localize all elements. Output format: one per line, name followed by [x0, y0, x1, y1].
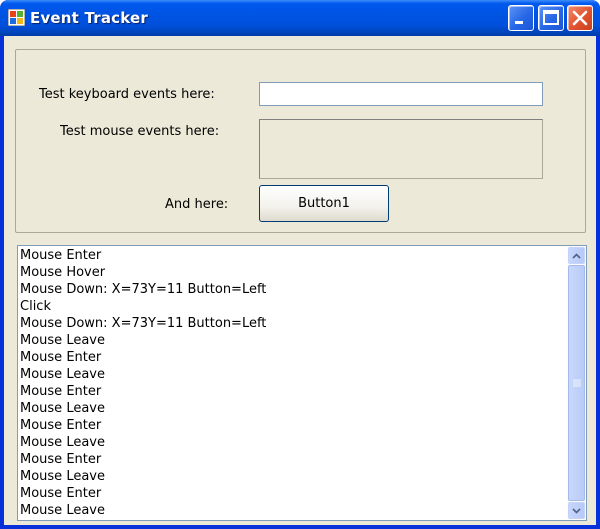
- list-item[interactable]: Mouse Enter: [20, 383, 560, 400]
- keyboard-test-input[interactable]: [259, 82, 543, 106]
- maximize-icon: [543, 10, 559, 25]
- list-item[interactable]: Mouse Leave: [20, 332, 560, 349]
- keyboard-label: Test keyboard events here:: [39, 87, 215, 102]
- list-item[interactable]: Mouse Enter: [20, 417, 560, 434]
- windows-app-icon: [8, 9, 25, 26]
- list-item[interactable]: Mouse Leave: [20, 366, 560, 383]
- scroll-down-button[interactable]: [568, 502, 585, 519]
- app-window: Event Tracker Test keyboard events here:…: [0, 0, 600, 529]
- list-item[interactable]: Mouse Enter: [20, 349, 560, 366]
- mouse-label: Test mouse events here:: [60, 124, 220, 139]
- list-item[interactable]: Mouse Enter: [20, 451, 560, 468]
- title-bar[interactable]: Event Tracker: [0, 0, 600, 36]
- list-item[interactable]: Mouse Enter: [20, 247, 560, 264]
- chevron-down-icon: [572, 507, 581, 514]
- client-area: Test keyboard events here: Test mouse ev…: [4, 36, 596, 525]
- vertical-scrollbar[interactable]: [567, 246, 586, 520]
- list-item[interactable]: Mouse Leave: [20, 400, 560, 417]
- event-log-list[interactable]: Mouse Enter Mouse Hover Mouse Down: X=73…: [17, 245, 587, 521]
- list-item[interactable]: Mouse Down: X=73Y=11 Button=Left: [20, 281, 560, 298]
- close-button[interactable]: [567, 5, 593, 31]
- minimize-icon: [515, 21, 523, 24]
- grip-icon: [573, 379, 581, 387]
- mouse-test-area[interactable]: [259, 119, 543, 179]
- button1[interactable]: Button1: [259, 185, 389, 222]
- list-item[interactable]: Mouse Leave: [20, 502, 560, 519]
- list-item[interactable]: Click: [20, 298, 560, 315]
- close-icon: [572, 10, 588, 26]
- and-here-label: And here:: [165, 197, 229, 212]
- scroll-thumb[interactable]: [568, 265, 585, 501]
- scroll-up-button[interactable]: [568, 247, 585, 264]
- event-test-group: Test keyboard events here: Test mouse ev…: [15, 49, 586, 233]
- list-item[interactable]: Mouse Hover: [20, 264, 560, 281]
- list-item[interactable]: Mouse Leave: [20, 434, 560, 451]
- minimize-button[interactable]: [508, 5, 534, 31]
- list-item[interactable]: Mouse Leave: [20, 468, 560, 485]
- maximize-button[interactable]: [538, 5, 564, 31]
- window-title: Event Tracker: [30, 9, 149, 27]
- list-item[interactable]: Mouse Down: X=73Y=11 Button=Left: [20, 315, 560, 332]
- chevron-up-icon: [572, 252, 581, 259]
- list-item[interactable]: Mouse Enter: [20, 485, 560, 502]
- event-log-items: Mouse Enter Mouse Hover Mouse Down: X=73…: [20, 247, 560, 519]
